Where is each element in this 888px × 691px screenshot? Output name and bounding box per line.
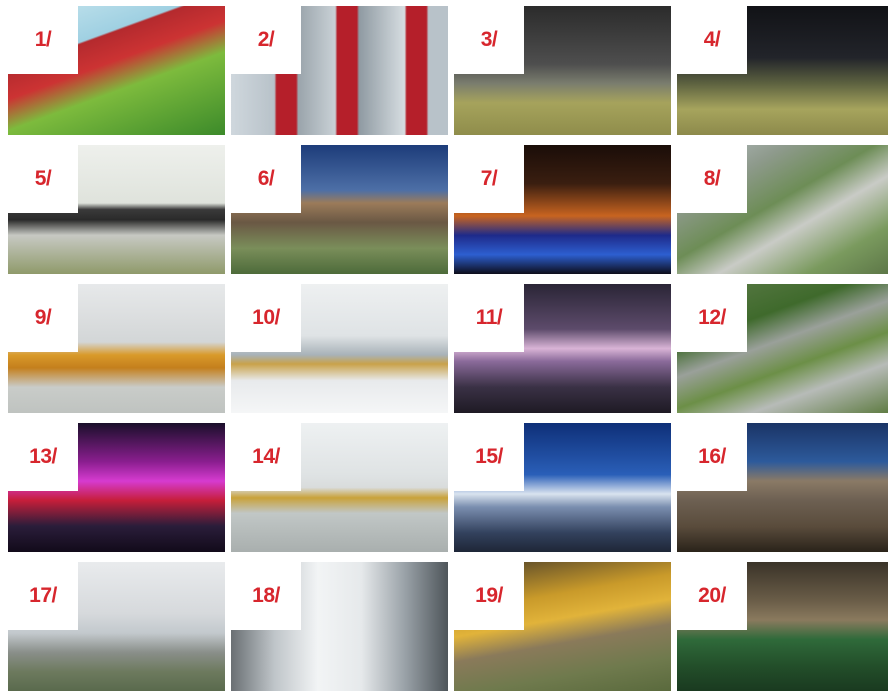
- gallery-tile-10[interactable]: 10/: [231, 284, 448, 413]
- gallery-tile-11[interactable]: 11/: [454, 284, 671, 413]
- tile-number-label: 17/: [8, 562, 78, 630]
- gallery-tile-19[interactable]: 19/: [454, 562, 671, 691]
- gallery-tile-4[interactable]: 4/: [677, 6, 888, 135]
- gallery-tile-17[interactable]: 17/: [8, 562, 225, 691]
- gallery-tile-3[interactable]: 3/: [454, 6, 671, 135]
- gallery-tile-5[interactable]: 5/: [8, 145, 225, 274]
- gallery-tile-12[interactable]: 12/: [677, 284, 888, 413]
- gallery-tile-6[interactable]: 6/: [231, 145, 448, 274]
- tile-number-label: 19/: [454, 562, 524, 630]
- gallery-tile-7[interactable]: 7/: [454, 145, 671, 274]
- gallery-tile-1[interactable]: 1/: [8, 6, 225, 135]
- tile-number-label: 2/: [231, 6, 301, 74]
- tile-number-label: 16/: [677, 423, 747, 491]
- gallery-tile-9[interactable]: 9/: [8, 284, 225, 413]
- tile-number-label: 12/: [677, 284, 747, 352]
- gallery-tile-20[interactable]: 20/: [677, 562, 888, 691]
- tile-number-label: 10/: [231, 284, 301, 352]
- gallery-tile-15[interactable]: 15/: [454, 423, 671, 552]
- tile-number-label: 5/: [8, 145, 78, 213]
- gallery-tile-18[interactable]: 18/: [231, 562, 448, 691]
- tile-number-label: 13/: [8, 423, 78, 491]
- tile-number-label: 20/: [677, 562, 747, 630]
- gallery-tile-2[interactable]: 2/: [231, 6, 448, 135]
- tile-number-label: 18/: [231, 562, 301, 630]
- tile-number-label: 6/: [231, 145, 301, 213]
- gallery-tile-16[interactable]: 16/: [677, 423, 888, 552]
- gallery-tile-13[interactable]: 13/: [8, 423, 225, 552]
- gallery-tile-8[interactable]: 8/: [677, 145, 888, 274]
- gallery-tile-14[interactable]: 14/: [231, 423, 448, 552]
- tile-number-label: 11/: [454, 284, 524, 352]
- tile-number-label: 8/: [677, 145, 747, 213]
- tile-number-label: 7/: [454, 145, 524, 213]
- tile-number-label: 9/: [8, 284, 78, 352]
- tile-number-label: 4/: [677, 6, 747, 74]
- tile-number-label: 3/: [454, 6, 524, 74]
- tile-number-label: 15/: [454, 423, 524, 491]
- project-gallery-grid: 1/ 2/ 3/ 4/ 5/ 6/ 7/ 8/ 9/ 10/ 11/ 12/ 1…: [0, 0, 888, 691]
- tile-number-label: 14/: [231, 423, 301, 491]
- tile-number-label: 1/: [8, 6, 78, 74]
